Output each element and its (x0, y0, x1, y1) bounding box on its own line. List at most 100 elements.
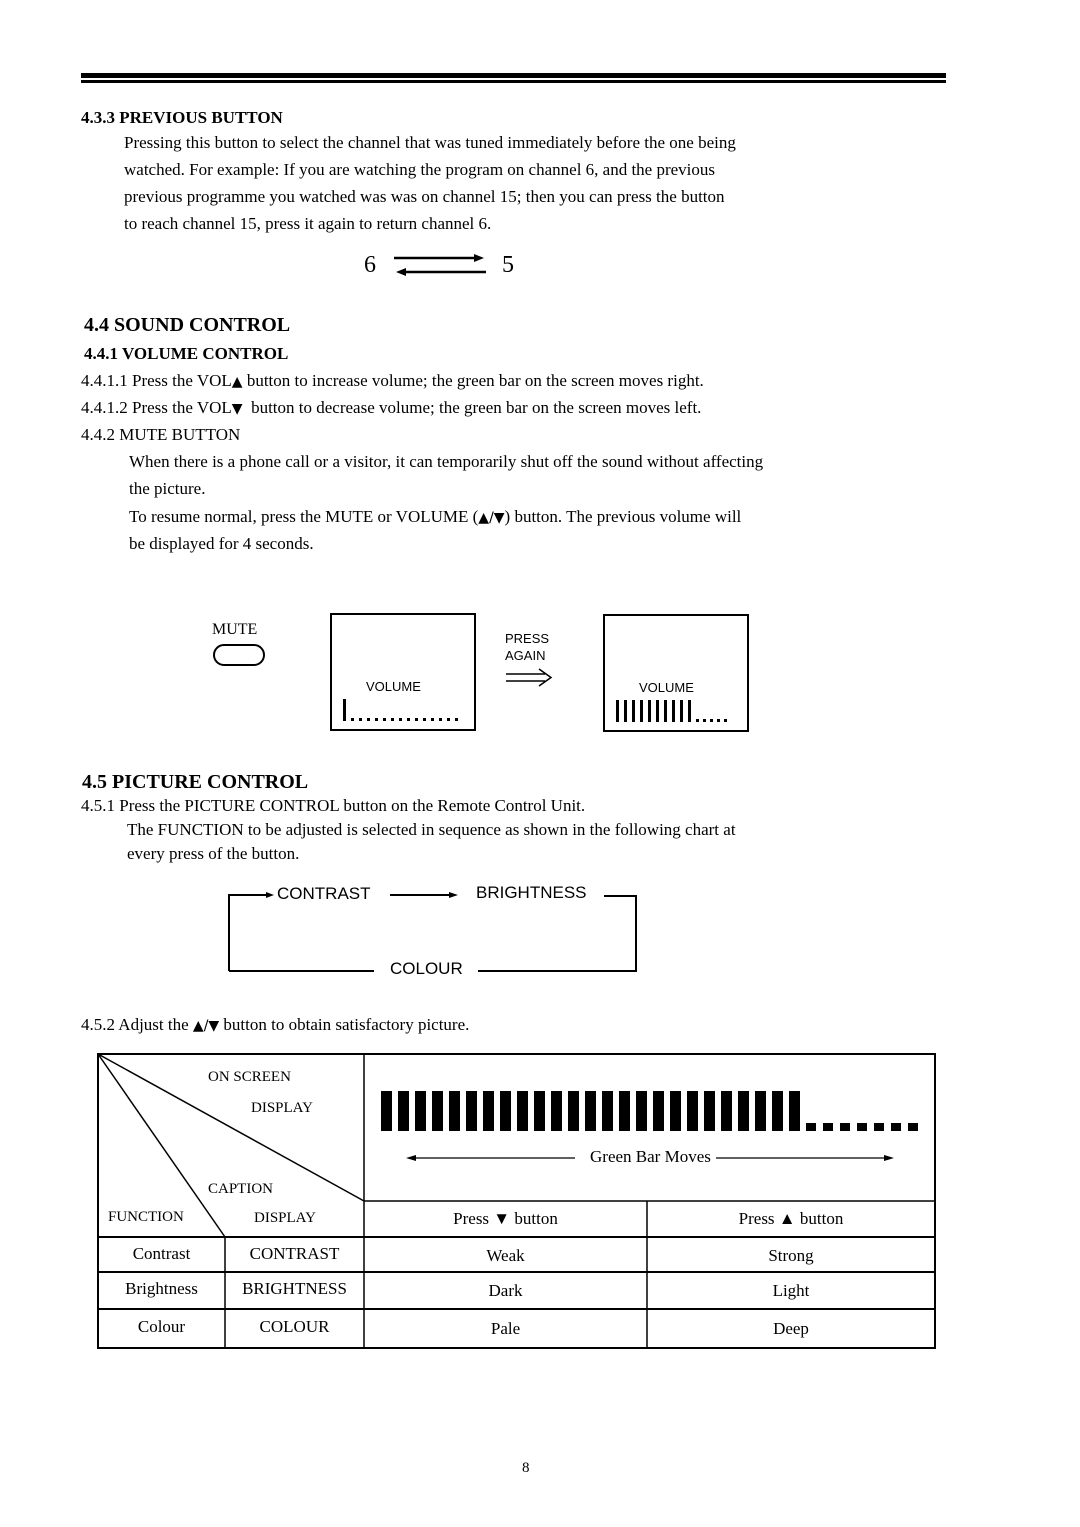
cell-press-down: Pale (490, 1319, 521, 1338)
bar-segment-filled (687, 1091, 698, 1131)
bar-segment-filled (449, 1091, 460, 1131)
cell-caption: CONTRAST (249, 1244, 340, 1263)
bar-segment-filled (624, 700, 627, 722)
paragraph-line: watched. For example: If you are watchin… (124, 160, 716, 179)
bar-segment-filled (343, 699, 346, 721)
bar-segment-filled (772, 1091, 783, 1131)
cell-function: Colour (137, 1317, 186, 1336)
volume-item-up-suffix: button to increase volume; the green bar… (246, 371, 704, 390)
bar-segment-empty (383, 718, 386, 721)
header-rule-thick (81, 73, 946, 78)
volume-screen-restored-label: VOLUME (639, 680, 694, 695)
bar-segment-empty (717, 719, 720, 722)
cycle-step-brightness: BRIGHTNESS (476, 883, 587, 902)
heading-picture-control: 4.5 PICTURE CONTROL (82, 771, 309, 793)
cell-press-up: Light (772, 1281, 810, 1300)
volume-item-down-prefix: 4.4.1.2 Press the VOL (81, 398, 232, 417)
bar-segment-empty (857, 1123, 867, 1131)
adjust-prefix: 4.5.2 Adjust the (81, 1015, 189, 1034)
paragraph-line: 4.5.1 Press the PICTURE CONTROL button o… (81, 796, 586, 815)
cell-press-down: Dark (488, 1281, 523, 1300)
bar-segment-empty (423, 718, 426, 721)
cell-press-up: Strong (768, 1246, 814, 1265)
cell-function: Brightness (125, 1279, 198, 1298)
bar-segment-filled (585, 1091, 596, 1131)
bar-segment-empty (359, 718, 362, 721)
channel-right: 5 (502, 252, 514, 278)
corner-on-screen-1: ON SCREEN (208, 1069, 291, 1085)
volume-item-up: 4.4.1.1 Press the VOL▲ button to increas… (81, 371, 704, 391)
mute-line-prefix: To resume normal, press the MUTE or VOLU… (129, 507, 479, 526)
mute-button-graphic (213, 644, 265, 666)
bar-segment-filled (632, 700, 635, 722)
osd-green-bar (381, 1091, 918, 1131)
bar-segment-empty (696, 719, 699, 722)
bar-segment-empty (399, 718, 402, 721)
bar-segment-empty (710, 719, 713, 722)
press-again-label-2: AGAIN (505, 648, 546, 663)
up-down-triangles-icon: ▲/▼ (478, 510, 505, 526)
volume-item-down-suffix: button to decrease volume; the green bar… (251, 398, 702, 417)
bar-segment-empty (908, 1123, 918, 1131)
cell-caption: COLOUR (259, 1317, 330, 1336)
bar-segment-empty (431, 718, 434, 721)
heading-previous-button: 4.3.3 PREVIOUS BUTTON (81, 108, 283, 127)
header-press-down: Press ▼ button (453, 1209, 558, 1228)
cell-press-up: Deep (773, 1319, 809, 1338)
channel-left: 6 (364, 252, 376, 278)
up-triangle-icon: ▲ (231, 374, 243, 390)
bar-segment-empty (415, 718, 418, 721)
bar-segment-filled (432, 1091, 443, 1131)
adjust-suffix: button to obtain satisfactory picture. (223, 1015, 470, 1034)
paragraph-line: To resume normal, press the MUTE or VOLU… (129, 507, 741, 527)
swap-arrows-icon (394, 254, 486, 276)
bar-segment-filled (653, 1091, 664, 1131)
bar-segment-empty (367, 718, 370, 721)
mute-label: MUTE (212, 621, 258, 638)
volume-screen-muted-label: VOLUME (366, 679, 421, 694)
bar-segment-empty (439, 718, 442, 721)
cycle-step-contrast: CONTRAST (277, 884, 371, 903)
green-bar-caption: Green Bar Moves (590, 1147, 711, 1166)
paragraph-line: When there is a phone call or a visitor,… (129, 452, 764, 471)
volume-item-down: 4.4.1.2 Press the VOL▼ button to decreas… (81, 398, 701, 418)
bar-segment-filled (789, 1091, 800, 1131)
bar-segment-empty (391, 718, 394, 721)
corner-function: FUNCTION (108, 1209, 184, 1225)
volume-bar-restored (616, 700, 727, 722)
volume-bar-muted (343, 699, 458, 721)
bar-segment-empty (806, 1123, 816, 1131)
bar-segment-empty (375, 718, 378, 721)
down-triangle-icon: ▼ (231, 401, 243, 417)
header-press-up: Press ▲ button (738, 1209, 844, 1228)
cell-function: Contrast (132, 1244, 191, 1263)
bar-segment-empty (703, 719, 706, 722)
bar-segment-filled (500, 1091, 511, 1131)
header-rule-thin (81, 80, 946, 83)
corner-caption-2: DISPLAY (254, 1210, 316, 1226)
cell-caption: BRIGHTNESS (242, 1279, 347, 1298)
bar-segment-filled (672, 700, 675, 722)
adjust-instruction: 4.5.2 Adjust the ▲/▼ button to obtain sa… (81, 1015, 469, 1035)
bar-segment-filled (616, 700, 619, 722)
heading-mute-button: 4.4.2 MUTE BUTTON (81, 425, 241, 444)
bar-segment-filled (415, 1091, 426, 1131)
bar-segment-filled (602, 1091, 613, 1131)
bar-segment-filled (381, 1091, 392, 1131)
bar-segment-filled (721, 1091, 732, 1131)
paragraph-line: previous programme you watched was was o… (124, 187, 725, 206)
cell-press-down: Weak (486, 1246, 525, 1265)
paragraph-line: the picture. (129, 479, 206, 498)
bar-segment-filled (664, 700, 667, 722)
bar-segment-filled (534, 1091, 545, 1131)
bar-segment-filled (755, 1091, 766, 1131)
heading-volume-control: 4.4.1 VOLUME CONTROL (84, 344, 289, 363)
corner-on-screen-2: DISPLAY (251, 1100, 313, 1116)
bar-segment-filled (738, 1091, 749, 1131)
page-number: 8 (522, 1460, 530, 1476)
bar-segment-empty (840, 1123, 850, 1131)
bar-segment-filled (670, 1091, 681, 1131)
bar-segment-empty (823, 1123, 833, 1131)
bar-segment-filled (636, 1091, 647, 1131)
bar-segment-filled (483, 1091, 494, 1131)
